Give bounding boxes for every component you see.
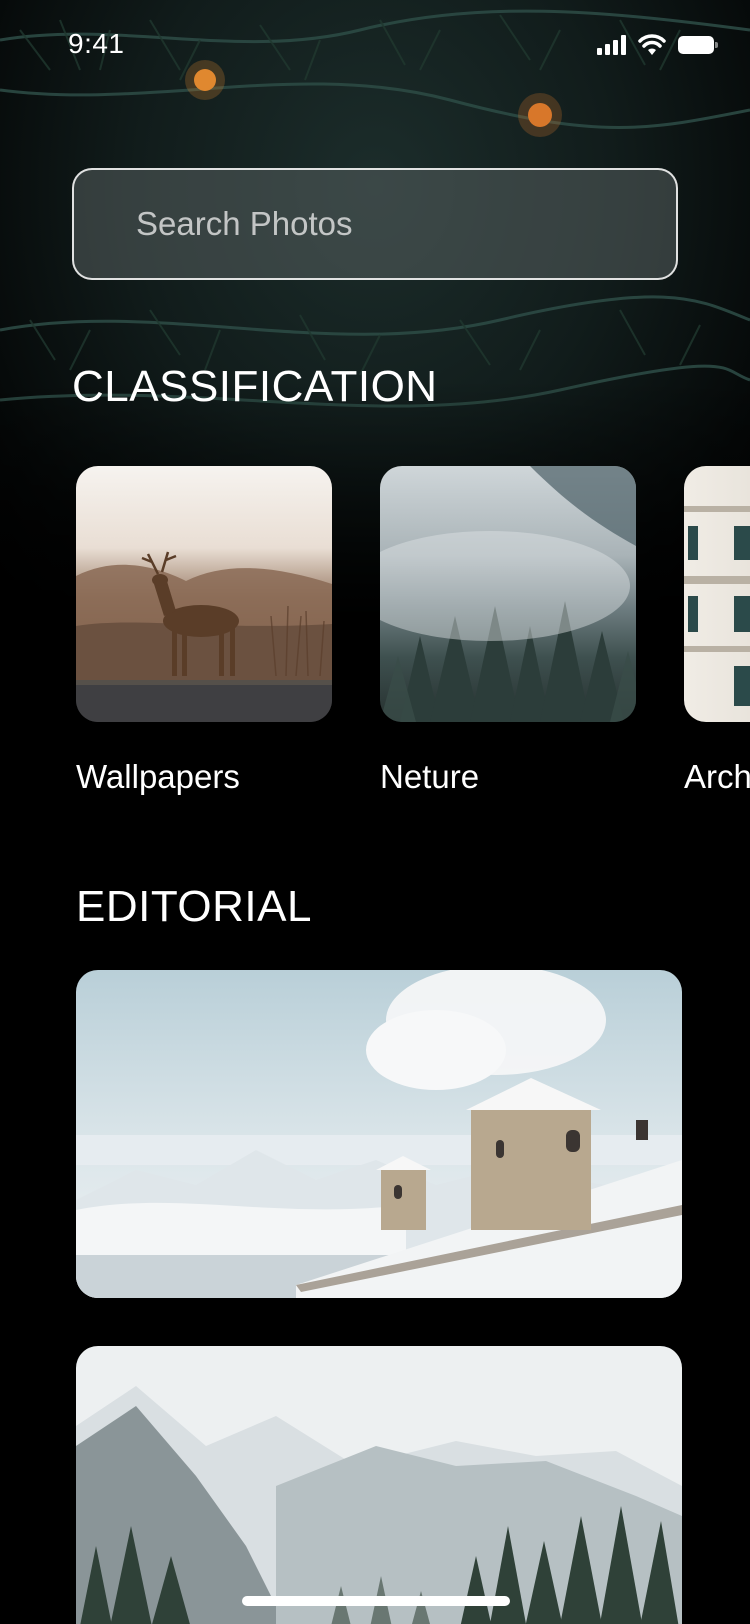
nature-thumbnail[interactable] xyxy=(380,466,636,722)
status-icons xyxy=(597,34,718,56)
editorial-title: EDITORIAL xyxy=(76,882,312,931)
wallpapers-thumbnail[interactable] xyxy=(76,466,332,722)
classification-label: Arch xyxy=(684,758,750,795)
classification-title: CLASSIFICATION xyxy=(72,362,438,411)
classification-card-wallpapers[interactable]: Wallpapers xyxy=(76,466,332,796)
classification-label: Neture xyxy=(380,758,480,795)
battery-icon xyxy=(678,36,718,54)
editorial-card[interactable] xyxy=(76,1346,682,1624)
editorial-card[interactable] xyxy=(76,970,682,1298)
explore-screen: 9:41 CLASSIFICATION xyxy=(0,0,750,1624)
classification-card-nature[interactable]: Neture xyxy=(380,466,636,796)
snowy-rooftops-image xyxy=(76,970,682,1298)
cellular-signal-icon xyxy=(597,35,626,55)
status-bar: 9:41 xyxy=(0,0,750,90)
home-indicator[interactable] xyxy=(242,1596,510,1606)
classification-card-architecture[interactable]: Arch xyxy=(684,466,750,796)
wifi-icon xyxy=(638,34,666,55)
architecture-thumbnail[interactable] xyxy=(684,466,750,722)
snowy-mountains-image xyxy=(76,1346,682,1624)
search-bar[interactable] xyxy=(72,168,678,280)
status-time: 9:41 xyxy=(68,28,125,59)
classification-label: Wallpapers xyxy=(76,758,240,795)
classification-carousel[interactable]: Wallpapers Neture Arch xyxy=(76,466,750,806)
search-input[interactable] xyxy=(136,205,676,243)
